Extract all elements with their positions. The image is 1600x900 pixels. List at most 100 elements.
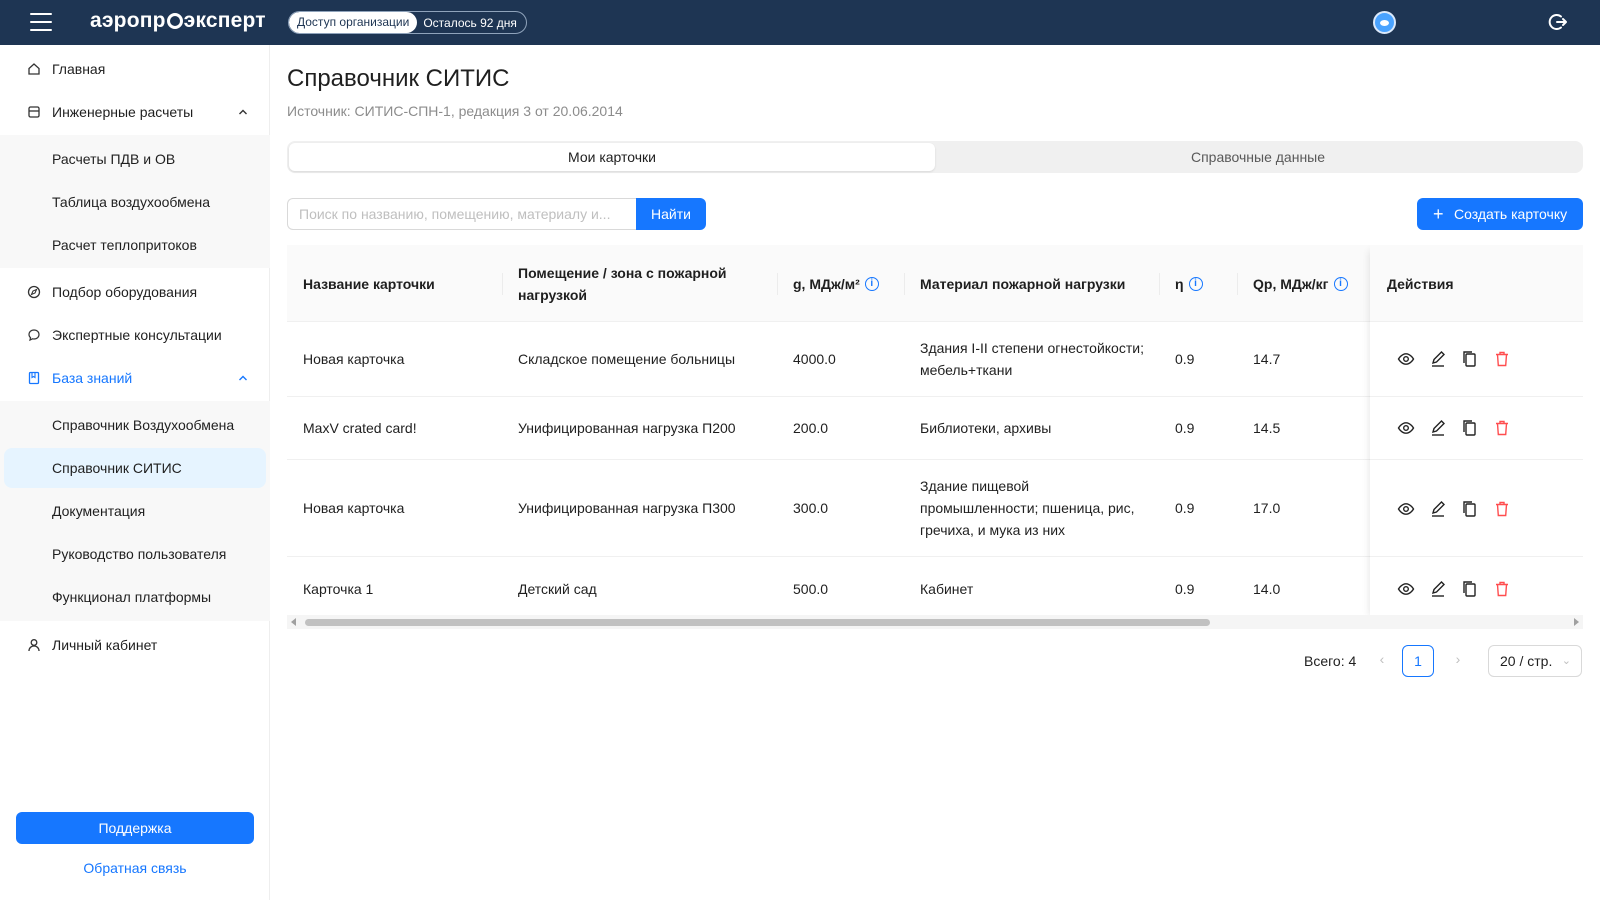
sidebar-item-platform-features[interactable]: Функционал платформы — [4, 577, 266, 617]
sidebar-item-label: Подбор оборудования — [52, 284, 198, 300]
cell-name: Новая карточка — [303, 351, 405, 367]
chevron-up-icon[interactable] — [238, 373, 248, 383]
cell-room: Унифицированная нагрузка П200 — [518, 420, 736, 436]
cell-name: Новая карточка — [303, 500, 405, 516]
scroll-left-icon[interactable] — [291, 618, 296, 626]
engineering-submenu: Расчеты ПДВ и ОВ Таблица воздухообмена Р… — [0, 135, 270, 268]
view-icon[interactable] — [1397, 419, 1415, 437]
view-icon[interactable] — [1397, 580, 1415, 598]
edit-icon[interactable] — [1429, 500, 1447, 518]
cell-material: Библиотеки, архивы — [920, 420, 1052, 436]
column-divider — [502, 273, 503, 295]
cell-q: 14.7 — [1253, 351, 1281, 367]
column-header-g-label: g, МДж/м² — [793, 275, 860, 292]
cell-g: 500.0 — [793, 581, 829, 597]
info-icon[interactable]: i — [864, 276, 879, 291]
cell-name: Карточка 1 — [303, 581, 374, 597]
cards-table: Название карточки Помещение / зона с пож… — [287, 245, 1583, 622]
scroll-right-icon[interactable] — [1574, 618, 1579, 626]
sidebar-item-knowledge[interactable]: База знаний — [0, 358, 270, 398]
view-icon[interactable] — [1397, 350, 1415, 368]
sidebar-item-cabinet[interactable]: Личный кабинет — [0, 625, 270, 665]
edit-icon[interactable] — [1429, 350, 1447, 368]
create-card-button[interactable]: + Создать карточку — [1417, 198, 1583, 230]
book-icon — [28, 371, 40, 385]
chevron-up-icon[interactable] — [238, 107, 248, 117]
page-size-select[interactable]: 20 / стр. ⌄ — [1488, 645, 1582, 677]
column-divider — [777, 273, 778, 295]
column-header-g[interactable]: g, МДж/м² i — [793, 245, 903, 322]
create-card-label: Создать карточку — [1454, 206, 1568, 222]
page-button[interactable]: 1 — [1402, 645, 1434, 677]
column-header-eta-label: η — [1175, 275, 1184, 292]
column-header-eta[interactable]: ηi — [1175, 245, 1235, 322]
chat-icon — [28, 329, 40, 342]
page-title: Справочник СИТИС — [287, 65, 510, 92]
copy-icon[interactable] — [1461, 500, 1479, 518]
cell-eta: 0.9 — [1175, 420, 1195, 436]
row-actions — [1397, 580, 1511, 598]
cell-q: 17.0 — [1253, 500, 1281, 516]
sidebar-item-user-guide[interactable]: Руководство пользователя — [4, 534, 266, 574]
sidebar-item-label: Главная — [52, 61, 106, 77]
row-actions — [1397, 419, 1511, 437]
column-divider — [904, 273, 905, 295]
menu-icon[interactable] — [30, 13, 52, 31]
sidebar-item-heat-gain[interactable]: Расчет теплопритоков — [4, 225, 266, 265]
sidebar-item-equipment[interactable]: Подбор оборудования — [0, 272, 270, 312]
cell-q: 14.5 — [1253, 420, 1281, 436]
knowledge-submenu: Справочник Воздухообмена Справочник СИТИ… — [0, 401, 270, 621]
search-input[interactable] — [287, 198, 636, 230]
delete-icon[interactable] — [1493, 419, 1511, 437]
info-icon[interactable]: i — [1188, 276, 1203, 291]
sidebar-item-sitis-ref[interactable]: Справочник СИТИС — [4, 448, 266, 488]
sidebar-item-consult[interactable]: Экспертные консультации — [0, 315, 270, 355]
cell-q: 14.0 — [1253, 581, 1281, 597]
next-page-icon[interactable]: › — [1448, 651, 1468, 673]
column-header-q[interactable]: Qр, МДж/кг i — [1253, 245, 1363, 322]
cell-g: 4000.0 — [793, 351, 836, 367]
avatar[interactable] — [1373, 11, 1396, 34]
copy-icon[interactable] — [1461, 350, 1479, 368]
info-icon[interactable]: i — [1333, 276, 1348, 291]
column-header-name[interactable]: Название карточки — [303, 245, 493, 322]
logout-icon[interactable] — [1548, 12, 1568, 32]
tab-my-cards[interactable]: Мои карточки — [289, 143, 935, 171]
column-divider — [1237, 273, 1238, 295]
column-header-material[interactable]: Материал пожарной нагрузки — [920, 245, 1150, 322]
column-header-room[interactable]: Помещение / зона с пожарной нагрузкой — [518, 245, 748, 322]
column-header-q-label: Qр, МДж/кг — [1253, 275, 1329, 292]
cell-material: Здание пищевой промышленности; пшеница, … — [920, 478, 1135, 538]
sidebar-item-home[interactable]: Главная — [0, 49, 270, 89]
copy-icon[interactable] — [1461, 580, 1479, 598]
copy-icon[interactable] — [1461, 419, 1479, 437]
compass-icon — [27, 285, 41, 299]
view-icon[interactable] — [1397, 500, 1415, 518]
find-button[interactable]: Найти — [636, 198, 706, 230]
logo[interactable]: аэропр эксперт — [90, 9, 266, 33]
edit-icon[interactable] — [1429, 419, 1447, 437]
sidebar-item-air-exchange-table[interactable]: Таблица воздухообмена — [4, 182, 266, 222]
prev-page-icon[interactable]: ‹ — [1372, 651, 1392, 673]
horizontal-scrollbar[interactable] — [287, 615, 1583, 629]
sidebar-item-label: Экспертные консультации — [52, 327, 222, 343]
source-text: Источник: СИТИС-СПН-1, редакция 3 от 20.… — [287, 103, 623, 119]
sidebar-item-label: Инженерные расчеты — [52, 104, 194, 120]
sidebar-item-engineering[interactable]: Инженерные расчеты — [0, 92, 270, 132]
chevron-down-icon: ⌄ — [1561, 655, 1571, 667]
top-bar: аэропр эксперт Доступ организации Осталос… — [0, 0, 1600, 45]
support-button[interactable]: Поддержка — [16, 812, 254, 844]
sidebar-item-docs[interactable]: Документация — [4, 491, 266, 531]
cell-eta: 0.9 — [1175, 581, 1195, 597]
sidebar-item-air-exchange-ref[interactable]: Справочник Воздухообмена — [4, 405, 266, 445]
scrollbar-thumb[interactable] — [305, 619, 1210, 626]
tab-reference-data[interactable]: Справочные данные — [935, 143, 1581, 171]
delete-icon[interactable] — [1493, 500, 1511, 518]
sidebar-item-pdv[interactable]: Расчеты ПДВ и ОВ — [4, 139, 266, 179]
delete-icon[interactable] — [1493, 350, 1511, 368]
cell-eta: 0.9 — [1175, 351, 1195, 367]
edit-icon[interactable] — [1429, 580, 1447, 598]
main-content: Справочник СИТИС Источник: СИТИС-СПН-1, … — [270, 45, 1600, 900]
feedback-link[interactable]: Обратная связь — [0, 860, 270, 876]
delete-icon[interactable] — [1493, 580, 1511, 598]
